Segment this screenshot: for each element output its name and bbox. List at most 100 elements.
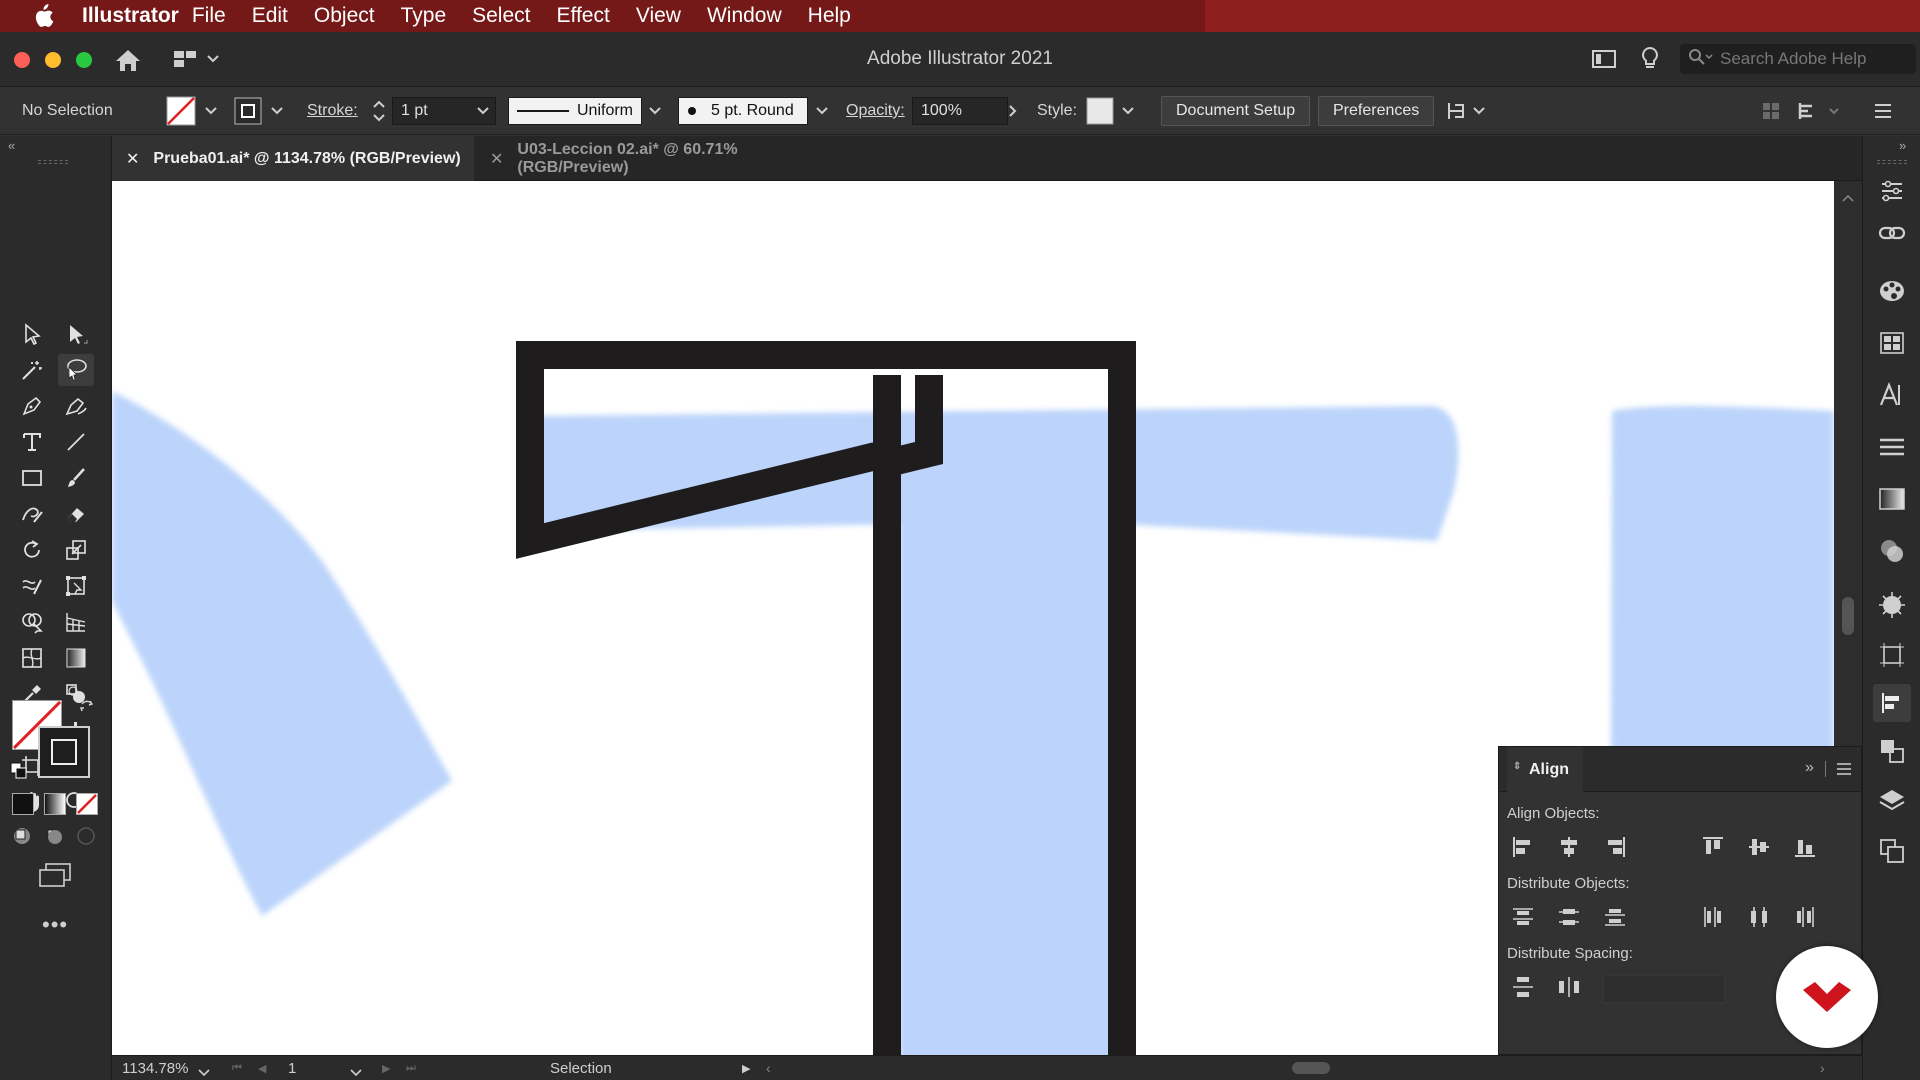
transform-panel-icon[interactable]: [1873, 636, 1911, 674]
vertical-align-center-icon[interactable]: [1743, 831, 1775, 863]
shape-builder-tool-icon[interactable]: [14, 606, 50, 638]
line-segment-tool-icon[interactable]: [58, 426, 94, 458]
magic-wand-tool-icon[interactable]: [14, 354, 50, 386]
vertical-distribute-top-icon[interactable]: [1507, 901, 1539, 933]
links-icon[interactable]: [1873, 214, 1911, 252]
chevron-down-icon[interactable]: [476, 87, 490, 135]
chevron-down-icon[interactable]: [350, 1064, 362, 1080]
menu-select[interactable]: Select: [459, 4, 543, 28]
dock-grip[interactable]: [1877, 160, 1907, 164]
chevron-down-icon[interactable]: [1121, 87, 1135, 135]
character-icon[interactable]: [1873, 376, 1911, 414]
horizontal-distribute-space-icon[interactable]: [1553, 971, 1585, 1003]
horizontal-distribute-center-icon[interactable]: [1743, 901, 1775, 933]
layers-icon[interactable]: [1873, 782, 1911, 820]
lightbulb-icon[interactable]: [1640, 46, 1660, 77]
stroke-label[interactable]: Stroke:: [307, 87, 358, 135]
scroll-left-icon[interactable]: ‹: [766, 1060, 771, 1076]
artboards-panel-icon[interactable]: [1873, 832, 1911, 870]
vertical-align-top-icon[interactable]: [1697, 831, 1729, 863]
next-artboard-icon[interactable]: ▶: [382, 1062, 390, 1075]
align-panel-icon[interactable]: [1873, 684, 1911, 722]
transform-icon[interactable]: [1798, 87, 1842, 135]
variable-width-profile-select[interactable]: Uniform: [508, 97, 642, 125]
app-menu-illustrator[interactable]: Illustrator: [68, 4, 179, 28]
collapse-panel-icon[interactable]: «: [8, 138, 15, 153]
horizontal-distribute-left-icon[interactable]: [1697, 901, 1729, 933]
draw-normal-icon[interactable]: [12, 826, 32, 851]
preferences-button[interactable]: Preferences: [1318, 96, 1435, 126]
menu-view[interactable]: View: [623, 4, 694, 28]
horizontal-align-right-icon[interactable]: [1599, 831, 1631, 863]
menu-icon[interactable]: [1874, 87, 1892, 135]
curvature-tool-icon[interactable]: [58, 390, 94, 422]
arrange-documents-icon[interactable]: [1592, 49, 1616, 74]
gradient-tool-icon[interactable]: [58, 642, 94, 674]
artboard-number[interactable]: 1: [288, 1060, 296, 1077]
document-setup-button[interactable]: Document Setup: [1161, 96, 1311, 126]
scroll-up-icon[interactable]: [1842, 189, 1854, 207]
align-icon[interactable]: [1762, 87, 1780, 135]
vertical-distribute-center-icon[interactable]: [1553, 901, 1585, 933]
stroke-active-swatch[interactable]: [38, 726, 90, 778]
menu-type[interactable]: Type: [388, 4, 460, 28]
spacing-value-field[interactable]: [1603, 975, 1725, 1003]
shaper-tool-icon[interactable]: [14, 498, 50, 530]
swatches-icon[interactable]: [1873, 324, 1911, 362]
chevron-down-icon[interactable]: [815, 87, 829, 135]
transparency-icon[interactable]: [1873, 532, 1911, 570]
screen-mode-icon[interactable]: [38, 862, 72, 893]
tab-u03-leccion-02[interactable]: ✕ U03-Leccion 02.ai* @ 60.71% (RGB/Previ…: [476, 136, 836, 181]
mesh-tool-icon[interactable]: [14, 642, 50, 674]
panel-menu-icon[interactable]: [1837, 762, 1851, 781]
scale-tool-icon[interactable]: [58, 534, 94, 566]
none-mode-icon[interactable]: [76, 793, 98, 815]
gradient-panel-icon[interactable]: [1873, 480, 1911, 518]
rectangle-tool-icon[interactable]: [14, 462, 50, 494]
opacity-label[interactable]: Opacity:: [846, 87, 905, 135]
selection-tool-icon[interactable]: [14, 318, 50, 350]
color-mode-icon[interactable]: [12, 793, 34, 815]
close-tab-icon[interactable]: ✕: [490, 149, 503, 169]
perspective-grid-tool-icon[interactable]: [58, 606, 94, 638]
chevron-down-icon[interactable]: [198, 1064, 210, 1080]
chevron-down-icon[interactable]: [648, 87, 662, 135]
menu-window[interactable]: Window: [694, 4, 795, 28]
draw-inside-icon[interactable]: [76, 826, 96, 851]
color-guide-icon[interactable]: [1873, 272, 1911, 310]
panel-grip[interactable]: [38, 160, 68, 164]
first-artboard-icon[interactable]: ⏮: [232, 1062, 242, 1075]
horizontal-scroll-thumb[interactable]: [1292, 1062, 1330, 1074]
stroke-swatch[interactable]: [234, 87, 262, 135]
appearance-icon[interactable]: [1873, 586, 1911, 624]
menu-object[interactable]: Object: [301, 4, 388, 28]
horizontal-align-left-icon[interactable]: [1507, 831, 1539, 863]
edit-toolbar-icon[interactable]: •••: [42, 912, 68, 938]
opacity-field[interactable]: 100%: [912, 97, 1008, 125]
brush-definition-select[interactable]: 5 pt. Round: [678, 97, 808, 125]
properties-icon[interactable]: [1873, 172, 1911, 210]
expand-panel-icon[interactable]: »: [1805, 759, 1814, 777]
swap-fill-stroke-icon[interactable]: [78, 698, 96, 721]
horizontal-distribute-right-icon[interactable]: [1789, 901, 1821, 933]
horizontal-scrollbar[interactable]: [784, 1062, 1814, 1074]
vertical-align-bottom-icon[interactable]: [1789, 831, 1821, 863]
stroke-weight-stepper-icon[interactable]: [372, 87, 386, 135]
align-panel-tab[interactable]: ⇕ Align: [1507, 747, 1583, 792]
fill-swatch[interactable]: [166, 87, 196, 135]
menu-help[interactable]: Help: [795, 4, 864, 28]
collapse-dock-icon[interactable]: »: [1899, 138, 1906, 153]
rotate-tool-icon[interactable]: [14, 534, 50, 566]
panel-resize-icon[interactable]: ⇕: [1513, 761, 1521, 772]
paintbrush-tool-icon[interactable]: [58, 462, 94, 494]
horizontal-align-center-icon[interactable]: [1553, 831, 1585, 863]
search-adobe-help-input[interactable]: Search Adobe Help: [1680, 44, 1916, 74]
free-transform-tool-icon[interactable]: [58, 570, 94, 602]
tab-prueba01[interactable]: ✕ Prueba01.ai* @ 1134.78% (RGB/Preview): [112, 136, 474, 181]
scroll-right-icon[interactable]: ›: [1820, 1060, 1825, 1076]
chevron-down-icon[interactable]: [204, 87, 218, 135]
zoom-level[interactable]: 1134.78%: [122, 1060, 188, 1077]
last-artboard-icon[interactable]: ⏭: [406, 1062, 416, 1075]
status-menu-icon[interactable]: ▶: [742, 1062, 750, 1075]
vertical-distribute-bottom-icon[interactable]: [1599, 901, 1631, 933]
